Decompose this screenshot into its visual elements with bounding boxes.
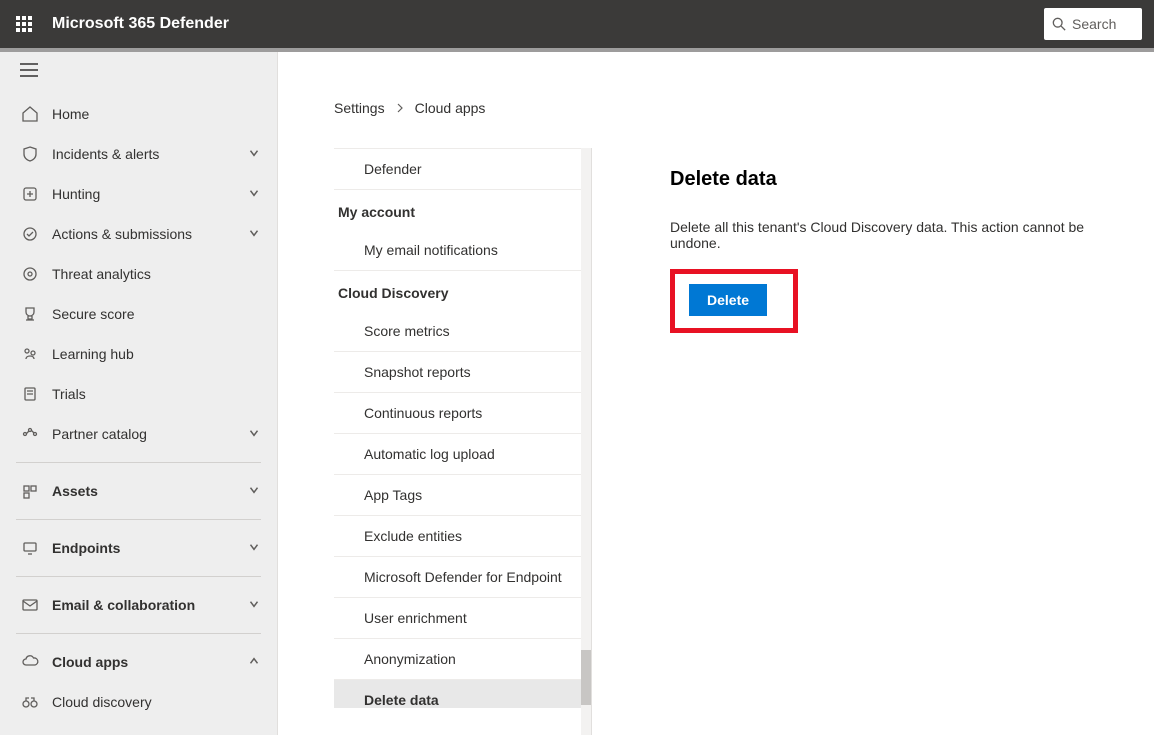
trophy-icon [20,304,40,324]
page-description: Delete all this tenant's Cloud Discovery… [670,219,1114,251]
assets-icon [20,481,40,501]
subnav-group-label: Cloud Discovery [334,271,591,311]
partner-icon [20,424,40,444]
subnav-group-label: My account [334,190,591,230]
breadcrumb: Settings Cloud apps [334,88,1154,128]
subnav-item-automatic-log-upload[interactable]: Automatic log upload [334,434,591,475]
subnav-item-app-tags[interactable]: App Tags [334,475,591,516]
brand-title: Microsoft 365 Defender [52,15,229,33]
subnav-item-microsoft-defender-for-endpoint[interactable]: Microsoft Defender for Endpoint [334,557,591,598]
actions-icon [20,224,40,244]
cloud-icon [20,652,40,672]
subnav-item-my-email-notifications[interactable]: My email notifications [334,230,591,271]
sidebar-item-learning[interactable]: Learning hub [0,334,277,374]
hunting-icon [20,184,40,204]
sidebar-item-label: Cloud apps [52,654,247,670]
sidebar-item-label: Hunting [52,186,247,202]
endpoints-icon [20,538,40,558]
sidebar-item-home[interactable]: Home [0,94,277,134]
subnav-item-exclude-entities[interactable]: Exclude entities [334,516,591,557]
subnav-item-user-enrichment[interactable]: User enrichment [334,598,591,639]
search-input[interactable]: Search [1044,8,1142,40]
sidebar-item-assets[interactable]: Assets [0,471,277,511]
sidebar-item-label: Partner catalog [52,426,247,442]
sidebar-item-endpoints[interactable]: Endpoints [0,528,277,568]
shield-icon [20,144,40,164]
main-content: Settings Cloud apps DefenderMy accountMy… [278,52,1154,735]
chevron-down-icon [247,483,261,500]
hamburger-icon[interactable] [20,63,40,83]
subnav-item-defender[interactable]: Defender [334,148,591,190]
subnav-item-snapshot-reports[interactable]: Snapshot reports [334,352,591,393]
sidebar-item-clouddisc[interactable]: Cloud discovery [0,682,277,722]
subnav-scrollbar[interactable] [581,148,591,735]
sidebar-item-label: Email & collaboration [52,597,247,613]
search-icon [1052,17,1066,31]
sidebar-item-label: Incidents & alerts [52,146,247,162]
chevron-up-icon [247,654,261,671]
breadcrumb-cloudapps: Cloud apps [415,100,486,116]
chevron-down-icon [247,186,261,203]
sidebar-item-trials[interactable]: Trials [0,374,277,414]
search-placeholder: Search [1072,16,1116,32]
sidebar-item-label: Learning hub [52,346,261,362]
trials-icon [20,384,40,404]
chevron-down-icon [247,426,261,443]
chevron-down-icon [247,146,261,163]
breadcrumb-settings[interactable]: Settings [334,100,385,116]
subnav-item-anonymization[interactable]: Anonymization [334,639,591,680]
sidebar-item-cloudapps[interactable]: Cloud apps [0,642,277,682]
sidebar-item-actions[interactable]: Actions & submissions [0,214,277,254]
subnav-item-continuous-reports[interactable]: Continuous reports [334,393,591,434]
home-icon [20,104,40,124]
chevron-down-icon [247,597,261,614]
page-title: Delete data [670,168,1114,191]
sidebar-item-threat[interactable]: Threat analytics [0,254,277,294]
sidebar-item-label: Actions & submissions [52,226,247,242]
subnav-item-delete-data[interactable]: Delete data [334,680,591,708]
subnav-item-score-metrics[interactable]: Score metrics [334,311,591,352]
sidebar-item-hunting[interactable]: Hunting [0,174,277,214]
binoculars-icon [20,692,40,712]
subnav-scrollbar-thumb[interactable] [581,650,591,705]
waffle-icon[interactable] [0,0,48,48]
sidebar-item-label: Trials [52,386,261,402]
settings-subnav: DefenderMy accountMy email notifications… [334,148,592,735]
sidebar-item-label: Secure score [52,306,261,322]
sidebar-item-label: Threat analytics [52,266,261,282]
sidebar-item-partner[interactable]: Partner catalog [0,414,277,454]
learning-icon [20,344,40,364]
sidebar-item-label: Assets [52,483,247,499]
chevron-down-icon [247,226,261,243]
sidebar-item-label: Home [52,106,261,122]
chevron-down-icon [247,540,261,557]
threat-icon [20,264,40,284]
app-header: Microsoft 365 Defender Search [0,0,1154,48]
sidebar-item-label: Cloud discovery [52,694,261,710]
sidebar-item-label: Endpoints [52,540,247,556]
chevron-right-icon [395,103,405,113]
sidebar: Home Incidents & alerts Hunting Actions & s… [0,52,278,735]
content-pane: Delete data Delete all this tenant's Clo… [592,148,1154,735]
sidebar-item-secure[interactable]: Secure score [0,294,277,334]
delete-button[interactable]: Delete [689,284,767,316]
sidebar-item-incidents[interactable]: Incidents & alerts [0,134,277,174]
highlight-annotation: Delete [670,269,798,333]
sidebar-item-email[interactable]: Email & collaboration [0,585,277,625]
email-icon [20,595,40,615]
